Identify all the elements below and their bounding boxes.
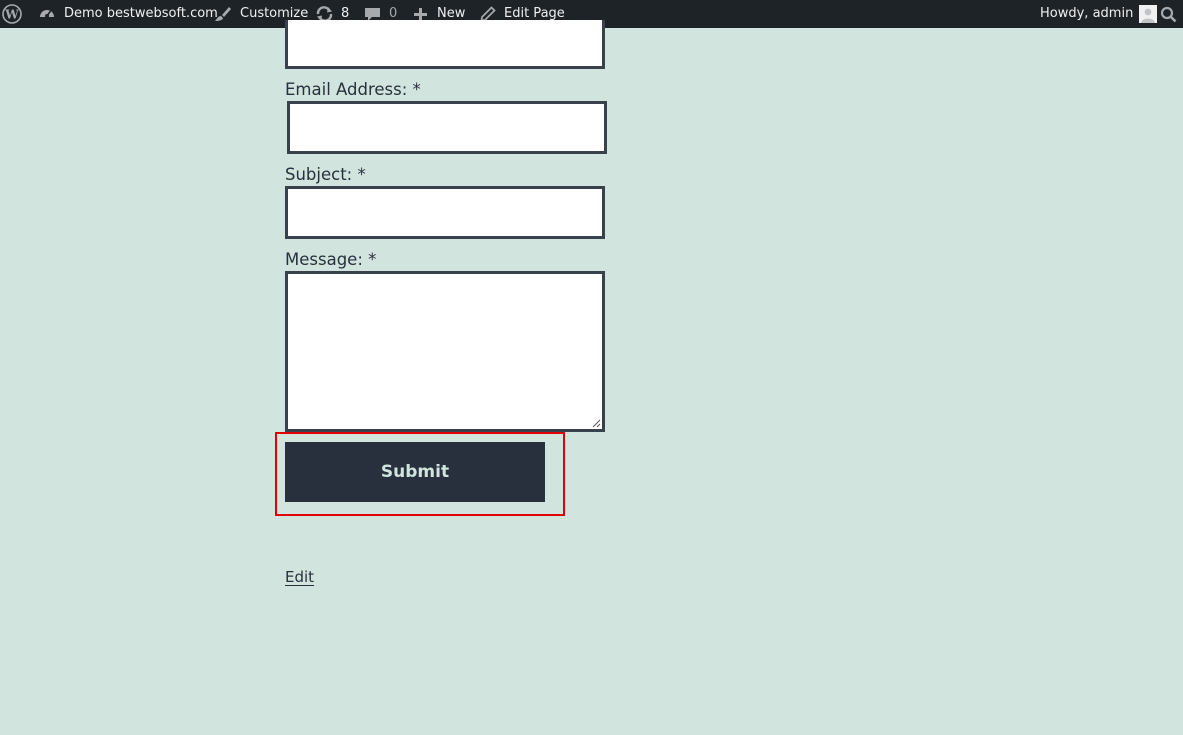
svg-text:W: W	[4, 8, 19, 22]
site-name-menu[interactable]: Demo bestwebsoft.com	[38, 0, 218, 28]
wordpress-icon: W	[2, 4, 22, 24]
avatar	[1139, 5, 1158, 23]
name-field[interactable]	[285, 20, 605, 69]
edit-link[interactable]: Edit	[285, 568, 314, 586]
site-name-label: Demo bestwebsoft.com	[64, 6, 218, 21]
wp-logo-button[interactable]: W	[2, 0, 22, 28]
paintbrush-icon	[214, 5, 232, 23]
email-field[interactable]	[287, 101, 607, 154]
email-label: Email Address: *	[285, 80, 421, 99]
message-textarea[interactable]	[285, 271, 605, 432]
subject-label: Subject: *	[285, 165, 366, 184]
subject-field[interactable]	[285, 186, 605, 239]
dashboard-icon	[38, 5, 56, 23]
search-button[interactable]	[1160, 0, 1177, 28]
submit-button[interactable]: Submit	[285, 442, 545, 502]
howdy-label: Howdy, admin	[1040, 6, 1134, 21]
resize-handle-icon[interactable]	[592, 419, 601, 428]
message-label: Message: *	[285, 250, 377, 269]
search-icon	[1160, 6, 1177, 23]
my-account-menu[interactable]: Howdy, admin	[1040, 0, 1158, 28]
